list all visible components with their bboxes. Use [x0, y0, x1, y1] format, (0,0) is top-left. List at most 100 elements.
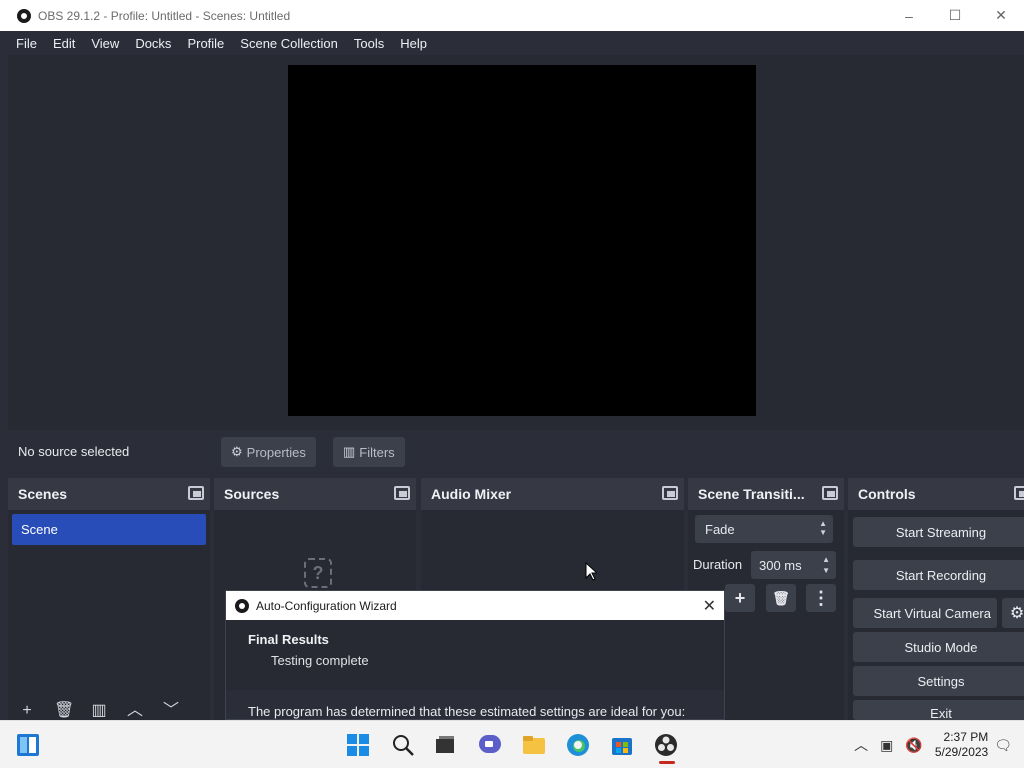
undock-icon[interactable]	[1014, 486, 1024, 500]
close-button[interactable]: ✕	[978, 0, 1024, 31]
add-icon: +	[734, 587, 746, 608]
add-icon[interactable]: +	[18, 702, 36, 720]
chat-icon[interactable]	[478, 733, 502, 757]
question-mark-icon: ?	[304, 558, 332, 588]
wizard-heading: Final Results	[248, 632, 329, 647]
source-toolbar: No source selected ⚙ Properties ▥ Filter…	[8, 430, 1024, 474]
menu-view[interactable]: View	[83, 36, 127, 51]
transition-value: Fade	[705, 521, 735, 537]
settings-button[interactable]: Settings	[853, 666, 1024, 696]
scene-transitions-dock-title: Scene Transiti...	[698, 486, 805, 502]
scene-toolbar: + 🗑 ▥ ︿ ﹀	[18, 698, 180, 720]
menu-bar: File Edit View Docks Profile Scene Colle…	[0, 31, 1024, 55]
gear-icon: ⚙	[1009, 605, 1024, 622]
wizard-body-text: The program has determined that these es…	[248, 704, 686, 719]
properties-button[interactable]: ⚙ Properties	[221, 437, 316, 467]
chevron-up-icon[interactable]: ︿	[854, 735, 868, 755]
scenes-dock-title: Scenes	[18, 486, 68, 502]
spinner-arrows-icon: ▲ ▼	[819, 519, 827, 537]
start-recording-button[interactable]: Start Recording	[853, 560, 1024, 590]
controls-dock-header: Controls	[848, 478, 1024, 510]
transition-menu-button[interactable]: ⋮	[806, 584, 836, 612]
spinner-arrows-icon[interactable]: ▲ ▼	[822, 554, 830, 576]
mouse-cursor-icon	[585, 562, 597, 581]
store-icon[interactable]	[610, 733, 634, 757]
notification-icon[interactable]: 🗨	[994, 737, 1012, 754]
filters-label: Filters	[359, 444, 395, 460]
gear-icon: ⚙	[231, 444, 243, 459]
menu-edit[interactable]: Edit	[45, 36, 83, 51]
clock[interactable]: 2:37 PM 5/29/2023	[935, 730, 988, 760]
filters-button[interactable]: ▥ Filters	[333, 437, 405, 467]
scene-item-label: Scene	[21, 522, 58, 537]
window-title: OBS 29.1.2 - Profile: Untitled - Scenes:…	[38, 8, 291, 23]
controls-dock: Controls Start Streaming Start Recording…	[848, 478, 1024, 720]
chevron-down-icon[interactable]: ﹀	[162, 696, 180, 720]
wizard-subheading: Testing complete	[271, 653, 369, 668]
undock-icon[interactable]	[662, 486, 678, 500]
menu-tools[interactable]: Tools	[346, 36, 392, 51]
start-streaming-button[interactable]: Start Streaming	[853, 517, 1024, 547]
properties-label: Properties	[246, 444, 306, 460]
obs-logo-icon	[235, 598, 249, 613]
widgets-icon[interactable]	[16, 733, 40, 757]
menu-docks[interactable]: Docks	[127, 36, 179, 51]
more-vertical-icon: ⋮	[812, 587, 830, 608]
system-tray: ︿ ▣ 🔇 2:37 PM 5/29/2023 🗨	[854, 721, 1024, 768]
task-view-icon[interactable]	[433, 733, 457, 757]
edge-browser-icon[interactable]	[566, 733, 590, 757]
add-transition-button[interactable]: +	[725, 584, 755, 612]
scenes-dock: Scenes Scene + 🗑 ▥ ︿ ﹀	[8, 478, 210, 720]
menu-profile[interactable]: Profile	[179, 36, 232, 51]
menu-scene-collection[interactable]: Scene Collection	[232, 36, 346, 51]
scenes-dock-header: Scenes	[8, 478, 210, 510]
duration-value: 300 ms	[759, 557, 802, 573]
trash-icon[interactable]: 🗑	[54, 700, 74, 720]
wizard-title: Auto-Configuration Wizard	[256, 598, 397, 613]
clock-date: 5/29/2023	[934, 745, 989, 759]
undock-icon[interactable]	[188, 486, 204, 500]
clock-time: 2:37 PM	[943, 730, 989, 744]
window-titlebar: OBS 29.1.2 - Profile: Untitled - Scenes:…	[0, 0, 1024, 31]
window-controls: – ☐ ✕	[886, 0, 1024, 31]
close-icon[interactable]: ✕	[703, 596, 716, 616]
undock-icon[interactable]	[394, 486, 410, 500]
audio-mixer-dock-header: Audio Mixer	[421, 478, 684, 510]
transition-select[interactable]: Fade ▲ ▼	[695, 515, 833, 543]
undock-icon[interactable]	[822, 486, 838, 500]
scene-transitions-dock-header: Scene Transiti...	[688, 478, 844, 510]
exit-button[interactable]: Exit	[853, 700, 1024, 720]
obs-taskbar-icon[interactable]	[654, 733, 678, 757]
file-explorer-icon[interactable]	[522, 733, 546, 757]
taskbar: ︿ ▣ 🔇 2:37 PM 5/29/2023 🗨	[0, 720, 1024, 768]
sources-dock-header: Sources	[214, 478, 416, 510]
remove-transition-button[interactable]: 🗑	[766, 584, 796, 612]
start-virtual-camera-button[interactable]: Start Virtual Camera	[853, 598, 997, 628]
search-icon[interactable]	[391, 733, 415, 757]
menu-file[interactable]: File	[8, 36, 45, 51]
minimize-button[interactable]: –	[886, 0, 932, 31]
wizard-titlebar: Auto-Configuration Wizard ✕	[226, 591, 724, 620]
filter-icon[interactable]: ▥	[90, 700, 108, 720]
sources-dock-title: Sources	[224, 486, 280, 502]
filter-icon: ▥	[343, 444, 356, 459]
controls-dock-title: Controls	[858, 486, 916, 502]
virtual-camera-settings-button[interactable]: ⚙	[1002, 598, 1024, 628]
trash-icon: 🗑	[772, 589, 790, 606]
active-app-indicator	[659, 761, 675, 764]
wizard-header: Final Results Testing complete	[226, 620, 724, 690]
chevron-up-icon[interactable]: ︿	[126, 696, 144, 720]
duration-label: Duration	[693, 557, 743, 572]
audio-mixer-dock-title: Audio Mixer	[431, 486, 512, 502]
auto-config-wizard-dialog: Auto-Configuration Wizard ✕ Final Result…	[225, 590, 725, 720]
maximize-button[interactable]: ☐	[932, 0, 978, 31]
speaker-muted-icon[interactable]: 🔇	[905, 737, 922, 754]
preview-canvas[interactable]	[288, 65, 756, 416]
scene-list-item[interactable]: Scene	[12, 514, 206, 545]
menu-help[interactable]: Help	[392, 36, 435, 51]
duration-input[interactable]: 300 ms ▲ ▼	[751, 551, 836, 579]
studio-mode-button[interactable]: Studio Mode	[853, 632, 1024, 662]
start-menu-icon[interactable]	[346, 733, 370, 757]
no-source-label: No source selected	[18, 444, 130, 459]
display-icon[interactable]: ▣	[880, 737, 893, 754]
